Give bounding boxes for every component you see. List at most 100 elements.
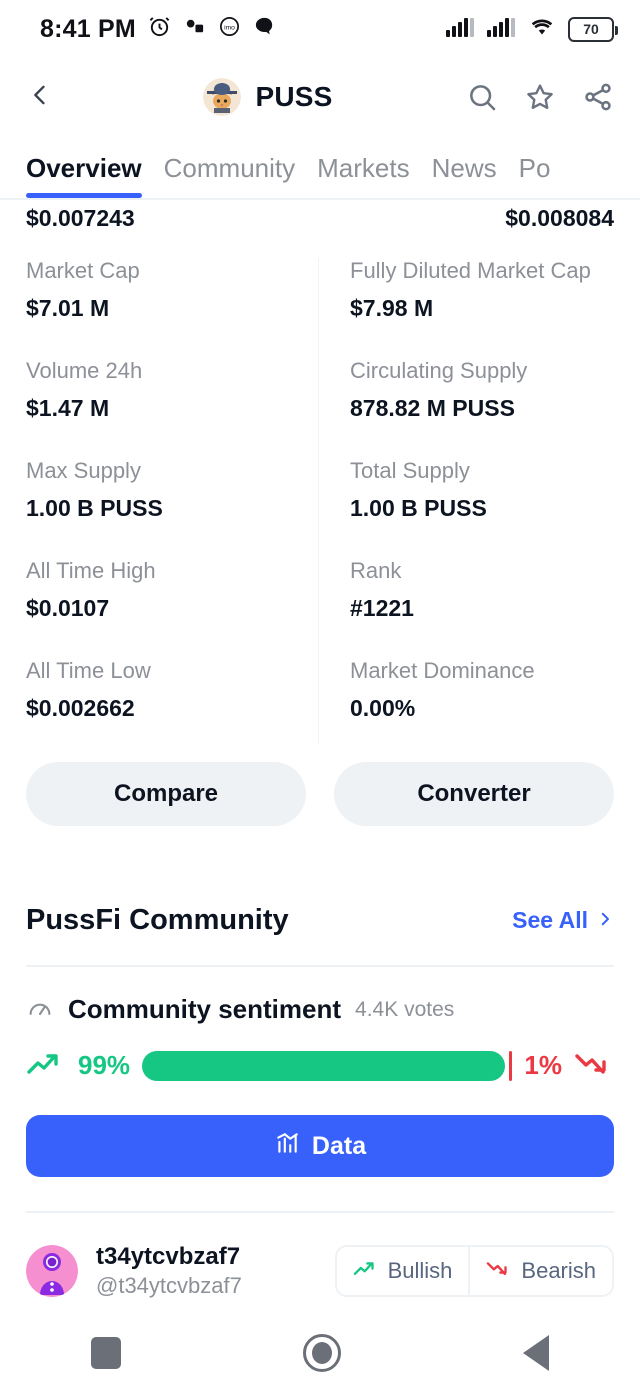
stats-column-left: Market Cap $7.01 M Volume 24h $1.47 M Ma… (26, 258, 320, 758)
sentiment-bar-bearish (508, 1050, 513, 1081)
status-bar: 8:41 PM imo 70 (0, 0, 640, 58)
bullish-button[interactable]: Bullish (337, 1247, 469, 1295)
sentiment-bar-bullish (142, 1050, 505, 1081)
circle-icon[interactable] (303, 1334, 341, 1372)
app-icon (183, 15, 206, 43)
coin-symbol: PUSS (255, 81, 333, 112)
stat-value: $1.47 M (26, 395, 110, 421)
status-bar-right: 70 (445, 15, 618, 44)
user-name: t34ytcvbzaf7 (96, 1243, 241, 1270)
trend-down-icon (486, 1258, 512, 1284)
stat-label: Rank (350, 558, 402, 583)
imo-icon: imo (218, 15, 241, 43)
stats-divider (318, 258, 319, 744)
status-bar-left: 8:41 PM imo (40, 15, 276, 44)
battery-icon: 70 (568, 16, 618, 42)
triangle-back-icon[interactable] (523, 1335, 549, 1371)
back-button[interactable] (26, 81, 70, 114)
stat-volume-24h: Volume 24h $1.47 M (26, 358, 320, 422)
stat-value: $0.002662 (26, 695, 135, 721)
status-time: 8:41 PM (40, 14, 136, 43)
stat-value: 0.00% (350, 695, 416, 721)
stat-max-supply: Max Supply 1.00 B PUSS (26, 458, 320, 522)
trend-up-icon (26, 1048, 66, 1083)
see-all-link[interactable]: See All (512, 907, 614, 934)
stats-column-right: Fully Diluted Market Cap $7.98 M Circula… (320, 258, 614, 758)
stat-rank: Rank #1221 (350, 558, 614, 622)
stat-label: Fully Diluted Market Cap (350, 258, 591, 283)
tab-community[interactable]: Community (164, 153, 317, 198)
stat-value: 1.00 B PUSS (26, 495, 163, 521)
stat-total-supply: Total Supply 1.00 B PUSS (350, 458, 614, 522)
battery-level: 70 (583, 21, 599, 37)
stat-market-cap: Market Cap $7.01 M (26, 258, 320, 322)
stat-market-dominance: Market Dominance 0.00% (350, 658, 614, 722)
price-range-low: $0.007243 (26, 204, 135, 231)
stat-value: 1.00 B PUSS (350, 495, 487, 521)
stat-all-time-high: All Time High $0.0107 (26, 558, 320, 622)
alarm-icon (148, 15, 171, 43)
sentiment-header: Community sentiment 4.4K votes (0, 967, 640, 1026)
bar-chart-icon (274, 1130, 300, 1163)
svg-text:imo: imo (224, 24, 235, 31)
tab-overview[interactable]: Overview (26, 153, 164, 198)
tab-news[interactable]: News (432, 153, 519, 198)
stats-grid: Market Cap $7.01 M Volume 24h $1.47 M Ma… (0, 236, 640, 758)
trend-up-icon (353, 1258, 379, 1284)
sentiment-bar-row: 99% 1% (0, 1026, 640, 1083)
price-range-high: $0.008084 (505, 204, 614, 231)
stat-circulating-supply: Circulating Supply 878.82 M PUSS (350, 358, 614, 422)
stat-label: Max Supply (26, 458, 141, 483)
coin-header: PUSS (80, 78, 456, 116)
stat-fully-diluted-market-cap: Fully Diluted Market Cap $7.98 M (350, 258, 614, 322)
tab-portfolio[interactable]: Po (519, 153, 573, 198)
converter-button[interactable]: Converter (334, 762, 614, 826)
stat-label: Total Supply (350, 458, 470, 483)
action-buttons: Compare Converter (0, 758, 640, 826)
bearish-percent: 1% (524, 1050, 562, 1080)
composer-user-row: t34ytcvbzaf7 @t34ytcvbzaf7 Bullish Beari… (0, 1213, 640, 1299)
chevron-left-icon (26, 81, 54, 114)
stat-label: Volume 24h (26, 358, 143, 383)
sentiment-title: Community sentiment (68, 994, 342, 1024)
square-icon[interactable] (91, 1337, 121, 1369)
signal-bars-icon-2 (486, 15, 516, 44)
user-handle: @t34ytcvbzaf7 (96, 1273, 242, 1298)
data-button[interactable]: Data (26, 1115, 614, 1177)
user-meta: t34ytcvbzaf7 @t34ytcvbzaf7 (96, 1243, 317, 1299)
data-button-label: Data (311, 1131, 367, 1160)
stat-value: #1221 (350, 595, 414, 621)
tab-markets[interactable]: Markets (317, 153, 431, 198)
stat-label: All Time Low (26, 658, 151, 683)
chat-bubble-icon (253, 15, 276, 43)
app-bar: PUSS (0, 58, 640, 136)
stat-value: $7.01 M (26, 295, 110, 321)
wifi-icon (527, 15, 557, 44)
user-avatar[interactable] (26, 1245, 78, 1297)
bullish-label: Bullish (387, 1258, 453, 1283)
app-bar-actions (466, 81, 614, 113)
compare-button[interactable]: Compare (26, 762, 306, 826)
price-range-row: $0.007243 $0.008084 (0, 200, 640, 236)
share-icon[interactable] (582, 81, 614, 113)
puss-cat-logo (203, 78, 242, 116)
star-icon[interactable] (524, 81, 556, 113)
search-icon[interactable] (466, 81, 498, 113)
signal-bars-icon (445, 15, 475, 44)
app-screen: 8:41 PM imo 70 PUSS Overview Community M… (0, 0, 640, 1387)
community-section-header: PussFi Community See All (0, 826, 640, 937)
bearish-button[interactable]: Bearish (468, 1247, 612, 1295)
chevron-right-icon (596, 907, 614, 934)
bullish-percent: 99% (78, 1050, 131, 1080)
vote-buttons: Bullish Bearish (334, 1245, 614, 1297)
see-all-label: See All (512, 907, 588, 933)
tab-bar[interactable]: Overview Community Markets News Po (0, 136, 640, 198)
android-nav-bar (0, 1319, 640, 1387)
stat-label: Market Cap (26, 258, 140, 283)
sentiment-bar[interactable] (142, 1050, 513, 1081)
community-title: PussFi Community (26, 904, 289, 936)
stat-label: Circulating Supply (350, 358, 528, 383)
stat-value: $7.98 M (350, 295, 434, 321)
sentiment-votes: 4.4K votes (355, 997, 455, 1021)
stat-value: 878.82 M PUSS (350, 395, 515, 421)
